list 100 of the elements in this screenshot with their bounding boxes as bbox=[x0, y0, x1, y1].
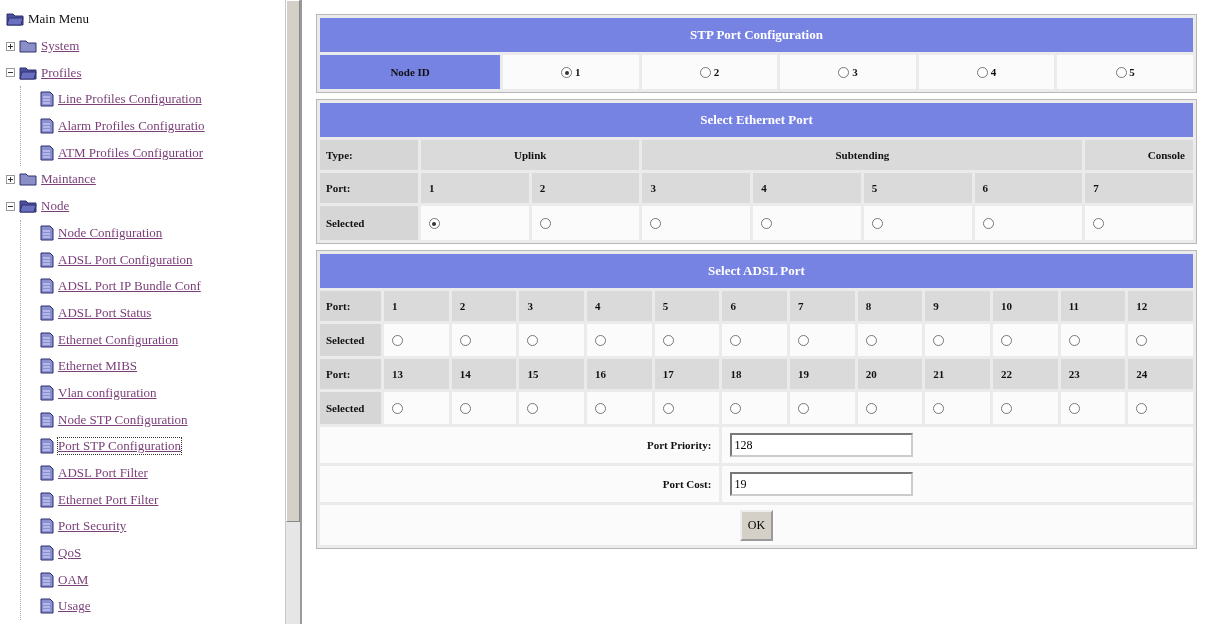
ok-button[interactable]: OK bbox=[739, 509, 774, 541]
radio-button[interactable] bbox=[1068, 335, 1080, 347]
radio-button[interactable] bbox=[1001, 403, 1012, 415]
table-cell: 6 bbox=[722, 291, 788, 321]
radio-button[interactable] bbox=[650, 218, 662, 230]
radio-button[interactable] bbox=[871, 218, 883, 230]
menu-link[interactable]: Ethernet MIBS bbox=[58, 358, 138, 375]
option-label: 1 bbox=[575, 65, 581, 78]
radio-button[interactable] bbox=[761, 218, 773, 230]
table-cell: 10 bbox=[993, 291, 1058, 321]
table-cell: 1 bbox=[420, 173, 529, 203]
table-cell: Subtending bbox=[642, 140, 1083, 170]
scrollbar[interactable] bbox=[285, 0, 300, 624]
radio-button[interactable] bbox=[798, 335, 810, 347]
radio-button[interactable] bbox=[662, 403, 674, 415]
radio-button[interactable] bbox=[982, 218, 994, 230]
menu-link[interactable]: ATM Profiles Configuratior bbox=[58, 144, 204, 161]
row-label: Port: bbox=[320, 173, 418, 203]
radio-button[interactable] bbox=[730, 335, 742, 347]
option-label: 2 bbox=[713, 65, 720, 78]
radio-button[interactable] bbox=[865, 335, 877, 347]
collapse-icon[interactable] bbox=[6, 201, 15, 211]
radio-button[interactable] bbox=[699, 67, 711, 79]
menu-link[interactable]: ADSL Port IP Bundle Conf bbox=[58, 278, 201, 295]
radio-button[interactable] bbox=[561, 67, 573, 79]
table-cell: 9 bbox=[925, 291, 990, 321]
row-label: Port: bbox=[320, 291, 382, 321]
table-cell: 5 bbox=[654, 291, 720, 321]
page-icon bbox=[40, 304, 54, 321]
menu-folder-link[interactable]: System bbox=[41, 38, 80, 55]
radio-button[interactable] bbox=[1136, 335, 1148, 347]
table-cell: 2 bbox=[451, 291, 517, 321]
radio-button[interactable] bbox=[459, 335, 471, 347]
radio-button[interactable] bbox=[933, 403, 945, 415]
radio-button[interactable] bbox=[865, 403, 877, 415]
page-icon bbox=[40, 491, 54, 508]
menu-link[interactable]: Line Profiles Configuration bbox=[58, 91, 202, 108]
menu-folder-link[interactable]: Node bbox=[41, 198, 70, 215]
radio-button[interactable] bbox=[838, 67, 850, 79]
menu-link[interactable]: Node STP Configuration bbox=[58, 411, 188, 428]
radio-button[interactable] bbox=[1115, 67, 1127, 79]
page-icon bbox=[40, 518, 54, 535]
menu-link[interactable]: Node Configuration bbox=[58, 224, 163, 241]
menu-link[interactable]: Ethernet Port Filter bbox=[58, 491, 159, 508]
radio-button[interactable] bbox=[428, 218, 440, 230]
menu-link[interactable]: OAM bbox=[58, 571, 89, 588]
radio-button[interactable] bbox=[662, 335, 674, 347]
input-field[interactable]: 19 bbox=[730, 472, 914, 496]
menu-link[interactable]: Port Security bbox=[58, 518, 127, 535]
menu-folder-link[interactable]: Maintance bbox=[41, 171, 96, 188]
table-cell: 19 bbox=[790, 359, 855, 389]
table-cell: 11 bbox=[1060, 291, 1126, 321]
open-folder-icon bbox=[6, 12, 24, 27]
page-icon bbox=[40, 384, 54, 401]
menu-link[interactable]: Port STP Configuration bbox=[58, 438, 182, 455]
table-cell: 17 bbox=[654, 359, 720, 389]
radio-button[interactable] bbox=[730, 403, 742, 415]
radio-button[interactable] bbox=[527, 403, 539, 415]
expand-icon[interactable] bbox=[6, 174, 15, 184]
radio-button[interactable] bbox=[392, 403, 404, 415]
section-header: STP Port Configuration bbox=[320, 18, 1193, 52]
radio-button[interactable] bbox=[798, 403, 810, 415]
radio-button[interactable] bbox=[392, 335, 404, 347]
radio-button[interactable] bbox=[1068, 403, 1080, 415]
page-icon bbox=[40, 251, 54, 268]
page-icon bbox=[40, 358, 54, 375]
table-cell: 6 bbox=[974, 173, 1083, 203]
menu-link[interactable]: Alarm Profiles Configuratio bbox=[58, 118, 205, 135]
menu-link[interactable]: ADSL Port Filter bbox=[58, 465, 148, 482]
option-label: 3 bbox=[852, 65, 858, 78]
radio-button[interactable] bbox=[1093, 218, 1105, 230]
table-cell: 23 bbox=[1060, 359, 1126, 389]
radio-button[interactable] bbox=[459, 403, 471, 415]
row-label: Selected bbox=[320, 324, 382, 356]
menu-link[interactable]: Usage bbox=[58, 598, 91, 615]
input-field[interactable]: 128 bbox=[730, 433, 914, 457]
menu-link[interactable]: ADSL Port Configuration bbox=[58, 251, 193, 268]
radio-button[interactable] bbox=[933, 335, 945, 347]
radio-button[interactable] bbox=[977, 67, 988, 79]
page-icon bbox=[40, 411, 54, 428]
open-folder-icon bbox=[19, 199, 37, 214]
collapse-icon[interactable] bbox=[6, 68, 15, 78]
field-label: Port Priority: bbox=[320, 427, 720, 463]
menu-link[interactable]: Vlan configuration bbox=[58, 384, 157, 401]
menu-link[interactable]: Ethernet Configuration bbox=[58, 331, 179, 348]
radio-button[interactable] bbox=[1136, 403, 1148, 415]
menu-link[interactable]: QoS bbox=[58, 545, 82, 562]
expand-icon[interactable] bbox=[6, 41, 15, 51]
menu-folder-link[interactable]: Profiles bbox=[41, 64, 82, 81]
table-cell: 4 bbox=[753, 173, 861, 203]
table-cell: 14 bbox=[451, 359, 517, 389]
radio-button[interactable] bbox=[539, 218, 551, 230]
radio-button[interactable] bbox=[1001, 335, 1012, 347]
table-cell: 4 bbox=[587, 291, 652, 321]
menu-link[interactable]: ADSL Port Status bbox=[58, 304, 152, 321]
table-cell: 3 bbox=[519, 291, 585, 321]
open-folder-icon bbox=[19, 65, 37, 80]
radio-button[interactable] bbox=[527, 335, 539, 347]
radio-button[interactable] bbox=[595, 403, 607, 415]
radio-button[interactable] bbox=[595, 335, 607, 347]
